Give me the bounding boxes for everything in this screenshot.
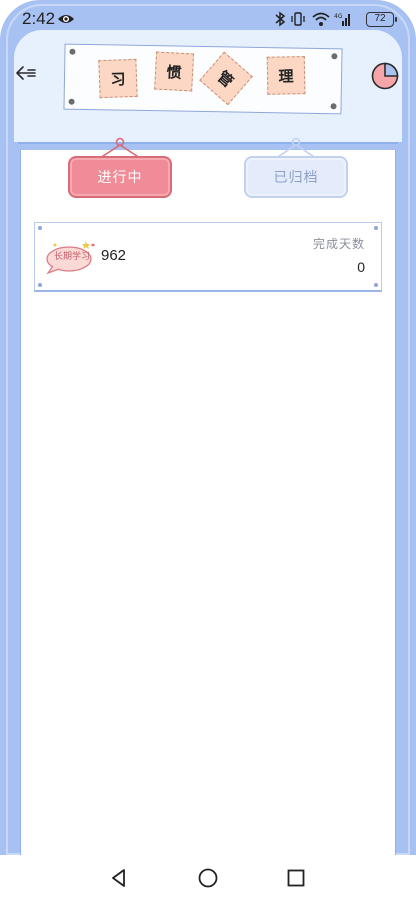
pin-icon (68, 98, 75, 105)
card-pin (374, 283, 378, 287)
habit-card[interactable]: 长期学习 962 完成天数 0 (34, 222, 382, 292)
status-bar: 2:42 4G 72 (0, 0, 416, 40)
vibrate-icon (291, 12, 305, 26)
wifi-icon (312, 12, 330, 26)
card-pin (374, 226, 378, 230)
recents-square-icon[interactable] (285, 867, 307, 889)
tab-archived[interactable]: 已归档 (244, 156, 348, 198)
bluetooth-icon (275, 11, 286, 27)
status-icons: 4G 72 (274, 11, 397, 29)
svg-text:4G: 4G (334, 13, 343, 20)
title-char-tile: 惯 (154, 51, 195, 92)
card-pin (38, 283, 42, 287)
days-completed-label: 完成天数 (312, 237, 365, 251)
back-arrow-icon[interactable] (14, 64, 38, 82)
status-time: 2:42 (22, 9, 56, 28)
battery-indicator: 72 (366, 12, 397, 27)
title-char-tile: 习 (98, 58, 138, 99)
home-circle-icon[interactable] (197, 867, 219, 889)
habit-name: 962 (101, 247, 127, 264)
title-board: 习 惯 管 理 (63, 43, 343, 115)
back-triangle-icon[interactable] (108, 867, 130, 889)
title-char-tile: 理 (266, 56, 306, 95)
signal-icon: 4G (334, 13, 350, 26)
pin-icon (330, 103, 337, 110)
habit-tag: 长期学习 (53, 252, 90, 262)
days-completed-value: 0 (357, 259, 365, 275)
eye-icon (58, 15, 74, 23)
pin-icon (69, 48, 76, 55)
card-pin (38, 226, 42, 230)
tab-in-progress[interactable]: 进行中 (68, 156, 172, 198)
pie-chart-icon[interactable] (370, 61, 400, 91)
system-nav-bar (0, 855, 416, 900)
pin-icon (331, 53, 338, 60)
header-divider (18, 142, 398, 150)
title-char-tile: 管 (199, 51, 253, 106)
